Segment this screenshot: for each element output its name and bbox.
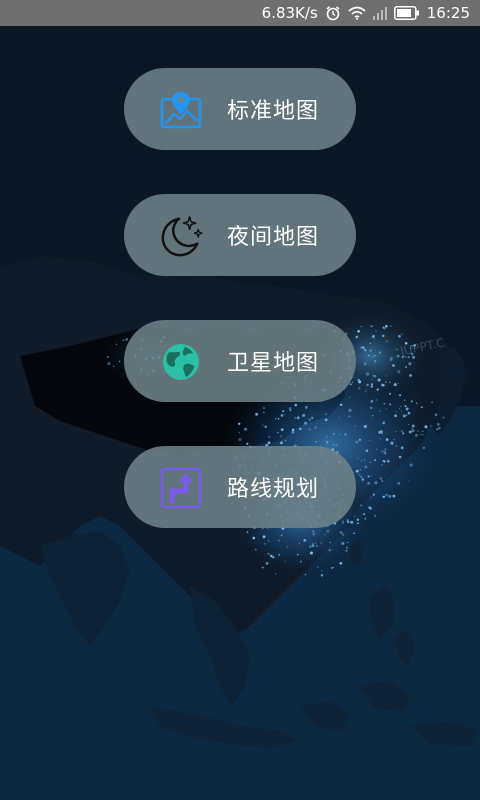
route-planning-label: 路线规划 — [227, 477, 320, 502]
signal-icon — [372, 6, 387, 20]
map-mode-menu: 标准地图 夜间地图 卫星地图 路线规划 — [0, 0, 480, 800]
network-speed: 6.83K/s — [261, 4, 318, 22]
map-pin-image-icon — [158, 87, 204, 133]
alarm-icon — [325, 5, 341, 21]
night-map-label: 夜间地图 — [227, 225, 320, 250]
standard-map-button[interactable]: 标准地图 — [124, 68, 356, 150]
route-turn-arrow-icon — [158, 465, 204, 511]
globe-icon — [158, 339, 204, 385]
route-planning-button[interactable]: 路线规划 — [124, 446, 356, 528]
satellite-map-label: 卫星地图 — [227, 351, 320, 376]
night-map-button[interactable]: 夜间地图 — [124, 194, 356, 276]
satellite-map-button[interactable]: 卫星地图 — [124, 320, 356, 402]
screen: 6.83K/s 16:25 JUPPT.C 标准地图 夜间地图 卫星地图 路线规… — [0, 0, 480, 800]
wifi-icon — [348, 6, 366, 20]
standard-map-label: 标准地图 — [227, 99, 320, 124]
status-bar: 6.83K/s 16:25 — [0, 0, 480, 26]
clock: 16:25 — [426, 4, 470, 22]
crescent-moon-stars-icon — [158, 213, 204, 259]
battery-icon — [393, 6, 420, 20]
